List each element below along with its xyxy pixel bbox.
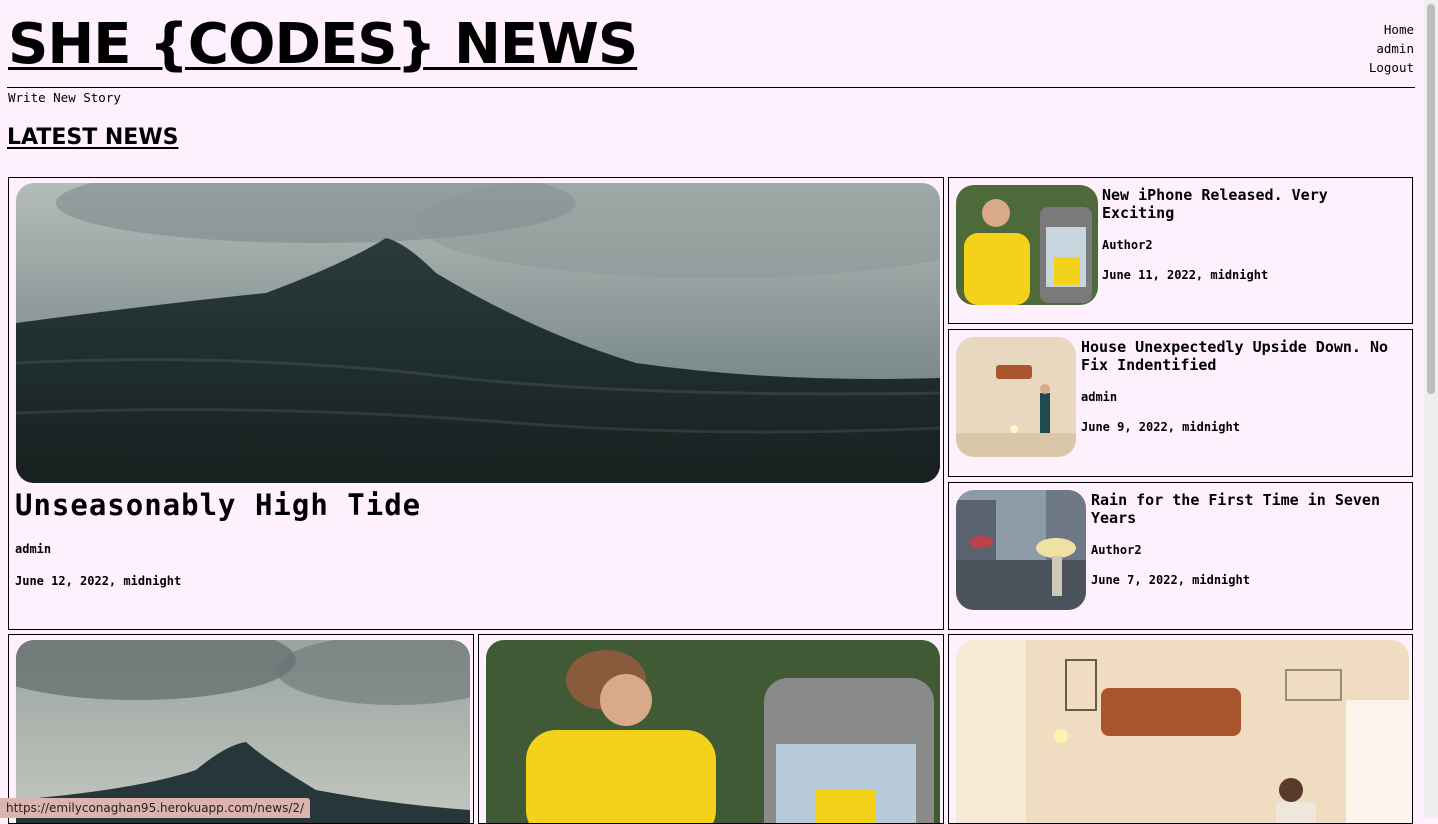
upside-down-room-image[interactable] [956, 337, 1076, 457]
yellow-sweater-phone-image[interactable] [486, 640, 940, 823]
site-title[interactable]: SHE {CODES} NEWS [8, 10, 638, 80]
section-title: LATEST NEWS [7, 125, 179, 150]
side-story-card[interactable]: Rain for the First Time in Seven Years A… [948, 482, 1413, 630]
ocean-wave-image[interactable] [16, 640, 470, 823]
side-story-card[interactable]: House Unexpectedly Upside Down. No Fix I… [948, 329, 1413, 477]
rainy-street-image[interactable] [956, 490, 1086, 610]
featured-story-card[interactable]: Unseasonably High Tide admin June 12, 20… [8, 177, 944, 630]
upside-down-room-image[interactable] [956, 640, 1409, 823]
nav-logout[interactable]: Logout [1369, 58, 1414, 77]
nav-admin[interactable]: admin [1369, 39, 1414, 58]
side-story-title[interactable]: Rain for the First Time in Seven Years [1091, 491, 1406, 527]
side-story-date: June 11, 2022, midnight [1102, 268, 1269, 282]
featured-story-title[interactable]: Unseasonably High Tide [15, 488, 421, 522]
story-card[interactable] [8, 634, 474, 824]
side-story-card[interactable]: New iPhone Released. Very Exciting Autho… [948, 177, 1413, 324]
side-story-title[interactable]: New iPhone Released. Very Exciting [1102, 186, 1402, 222]
side-story-author: Author2 [1091, 543, 1142, 557]
write-new-story-link[interactable]: Write New Story [8, 90, 121, 105]
side-story-date: June 7, 2022, midnight [1091, 573, 1250, 587]
ocean-wave-image[interactable] [16, 183, 940, 483]
story-card[interactable] [478, 634, 944, 824]
featured-story-author: admin [15, 542, 52, 556]
side-story-date: June 9, 2022, midnight [1081, 420, 1240, 434]
nav-home[interactable]: Home [1369, 20, 1414, 39]
side-story-author: admin [1081, 390, 1118, 404]
side-story-title[interactable]: House Unexpectedly Upside Down. No Fix I… [1081, 338, 1411, 374]
featured-story-date: June 12, 2022, midnight [15, 574, 182, 588]
site-header: SHE {CODES} NEWS Home admin Logout [0, 0, 1424, 92]
header-divider [7, 87, 1415, 88]
page-scrollbar[interactable] [1424, 0, 1438, 818]
scrollbar-thumb[interactable] [1427, 4, 1435, 394]
link-preview-status: https://emilyconaghan95.herokuapp.com/ne… [0, 798, 311, 818]
main-nav: Home admin Logout [1369, 20, 1414, 77]
story-card[interactable] [948, 634, 1413, 824]
yellow-sweater-phone-image[interactable] [956, 185, 1098, 305]
side-story-author: Author2 [1102, 238, 1153, 252]
